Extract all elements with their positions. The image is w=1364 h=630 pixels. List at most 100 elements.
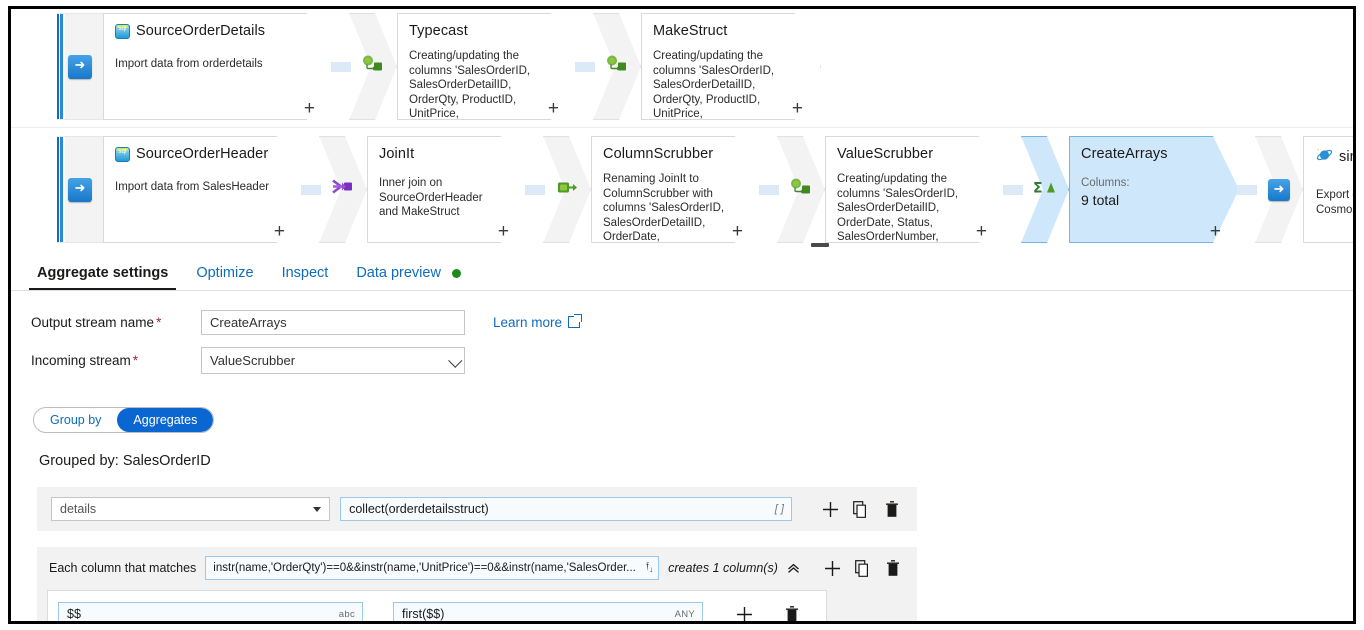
expression-builder-icon[interactable]: 𝔣↓ (646, 560, 653, 574)
add-transformation-button[interactable]: + (548, 99, 559, 118)
node-sink1[interactable]: sink1 Export data to CosmosDbSqlApiOrder… (1303, 136, 1353, 243)
stage-sink1[interactable] (1255, 136, 1303, 243)
sql-database-icon (115, 146, 130, 162)
external-link-icon (568, 314, 583, 328)
derived-column-icon (790, 178, 812, 201)
aggregate-mode-toggle[interactable]: Group by Aggregates (33, 407, 215, 433)
node-columnscrubber[interactable]: ColumnScrubber Renaming JoinIt to Column… (591, 136, 761, 243)
column-pattern-label: Each column that matches (49, 561, 197, 575)
delete-aggregate-button[interactable] (882, 498, 903, 520)
pattern-value-type-badge: ANY (674, 608, 695, 620)
aggregate-icon: Σ (1032, 178, 1058, 201)
chevron-down-icon (313, 506, 322, 512)
aggregate-settings-panel: Output stream name* Learn more Incoming … (11, 291, 1353, 621)
node-description: Import data from SalesHeader (115, 181, 270, 193)
node-makestruct[interactable]: MakeStruct Creating/updating the columns… (641, 13, 821, 120)
node-typecast[interactable]: Typecast Creating/updating the columns '… (397, 13, 577, 120)
incoming-stream-select[interactable]: ValueScrubber (201, 346, 465, 374)
copy-column-pattern-button[interactable] (852, 557, 873, 579)
node-createarrays[interactable]: CreateArrays Columns: 9 total + (1069, 136, 1239, 243)
sql-database-icon (115, 23, 130, 39)
required-asterisk: * (156, 314, 162, 330)
aggregate-column-select[interactable]: details (51, 497, 331, 521)
stage-columnscrubber[interactable] (543, 136, 591, 243)
output-stream-name-text: Output stream name (31, 314, 155, 330)
node-source-order-details[interactable]: SourceOrderDetails Import data from orde… (103, 13, 333, 120)
export-data-icon (1268, 178, 1290, 201)
expression-type-badge: [ ] (774, 503, 784, 515)
node-title-row: JoinIt (379, 146, 497, 162)
join-icon (331, 177, 355, 202)
tab-optimize[interactable]: Optimize (182, 265, 267, 290)
node-title: Typecast (409, 23, 468, 39)
add-transformation-button[interactable]: + (1210, 222, 1221, 241)
node-columns-value: 9 total (1081, 192, 1120, 208)
collapse-chevron-icon[interactable] (787, 562, 799, 574)
stage-createarrays[interactable]: Σ (1021, 136, 1069, 243)
flow-connector (1237, 136, 1257, 243)
node-description: Inner join on SourceOrderHeader and Make… (379, 177, 483, 218)
stage-valuescrubber[interactable] (777, 136, 825, 243)
add-transformation-button[interactable]: + (732, 222, 743, 241)
stage-joinit[interactable] (319, 136, 367, 243)
stage-typecast[interactable] (349, 13, 397, 120)
data-flow-row-2: SourceOrderHeader Import data from Sales… (11, 136, 1353, 243)
delete-column-pattern-button[interactable] (882, 557, 903, 579)
import-data-icon (68, 177, 92, 202)
required-asterisk: * (132, 352, 139, 368)
node-title-row: SourceOrderDetails (115, 23, 303, 39)
node-title-row: MakeStruct (653, 23, 791, 39)
stage-makestruct[interactable] (593, 13, 641, 120)
add-column-pattern-button[interactable] (823, 557, 844, 579)
tab-group-by[interactable]: Group by (34, 408, 117, 432)
column-pattern-row: Each column that matches instr(name,'Ord… (37, 556, 917, 580)
add-aggregate-button[interactable] (820, 498, 841, 520)
aggregate-column-value: details (60, 502, 97, 516)
add-transformation-button[interactable]: + (304, 99, 315, 118)
copy-aggregate-button[interactable] (851, 498, 872, 520)
add-transformation-button[interactable]: + (792, 99, 803, 118)
aggregate-expression-input[interactable]: collect(orderdetailsstruct) [ ] (340, 497, 792, 521)
canvas-horizontal-scrollbar[interactable] (811, 243, 829, 247)
flow-connector (1003, 136, 1023, 243)
add-transformation-button[interactable]: + (976, 222, 987, 241)
node-title-row: Typecast (409, 23, 547, 39)
data-flow-canvas[interactable]: SourceOrderDetails Import data from orde… (11, 9, 1353, 249)
add-pattern-expression-button[interactable] (733, 603, 755, 621)
node-description: Export data to CosmosDbSqlApiOrders (1316, 189, 1353, 216)
cosmos-db-icon (1316, 147, 1333, 166)
add-transformation-button[interactable]: + (274, 222, 285, 241)
node-joinit[interactable]: JoinIt Inner join on SourceOrderHeader a… (367, 136, 527, 243)
delete-pattern-expression-button[interactable] (781, 603, 803, 621)
node-title: JoinIt (379, 146, 415, 162)
source-stage-orderheader[interactable] (57, 136, 103, 243)
column-pattern-expression-input[interactable]: instr(name,'OrderQty')==0&&instr(name,'U… (205, 556, 660, 580)
node-valuescrubber[interactable]: ValueScrubber Creating/updating the colu… (825, 136, 1005, 243)
tab-aggregates[interactable]: Aggregates (117, 408, 214, 432)
node-title-row: ColumnScrubber (603, 146, 731, 162)
pattern-name-expression-value: $$ (67, 607, 81, 621)
flow-connector (525, 136, 545, 243)
tab-aggregate-settings[interactable]: Aggregate settings (23, 265, 182, 290)
aggregate-column-card: details collect(orderdetailsstruct) [ ] (37, 487, 917, 531)
creates-columns-text: creates 1 column(s) (668, 561, 778, 575)
flow-connector (759, 136, 779, 243)
add-transformation-button[interactable]: + (498, 222, 509, 241)
status-dot-icon (451, 268, 461, 278)
aggregate-expression-value: collect(orderdetailsstruct) (349, 502, 489, 516)
canvas-row-divider (11, 127, 1353, 128)
tab-data-preview[interactable]: Data preview (342, 265, 475, 290)
incoming-stream-label: Incoming stream * (31, 353, 201, 368)
tab-inspect[interactable]: Inspect (268, 265, 343, 290)
learn-more-link[interactable]: Learn more (493, 314, 583, 330)
source-stage-orderdetails[interactable] (57, 13, 103, 120)
pattern-value-expression-input[interactable]: first($$) ANY (393, 602, 703, 621)
output-stream-name-input[interactable] (201, 309, 465, 335)
node-title: ColumnScrubber (603, 146, 714, 162)
node-description: Renaming JoinIt to ColumnScrubber with c… (603, 173, 725, 243)
pattern-name-expression-input[interactable]: $$ abc (58, 602, 363, 621)
node-title-row: ValueScrubber (837, 146, 975, 162)
export-arrow-icon (1268, 178, 1290, 201)
node-source-order-header[interactable]: SourceOrderHeader Import data from Sales… (103, 136, 303, 243)
node-description: Import data from orderdetails (115, 58, 263, 70)
